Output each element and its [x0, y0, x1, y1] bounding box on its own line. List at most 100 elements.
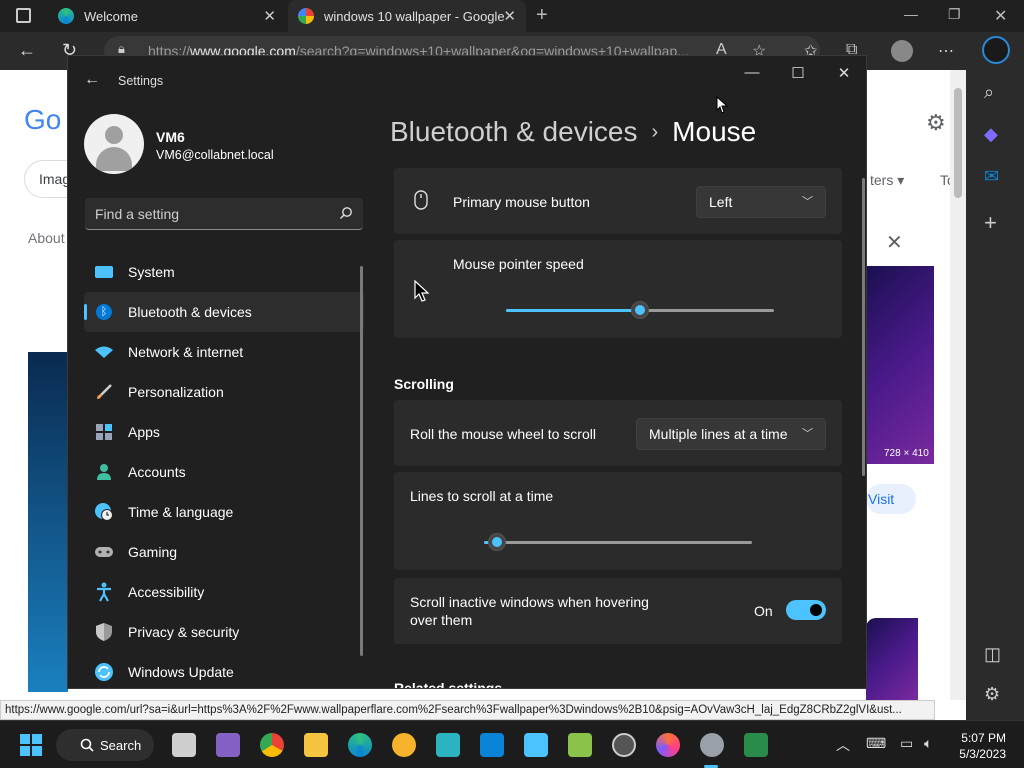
- sidebar-item-system[interactable]: System: [84, 252, 364, 292]
- pointer-speed-card: Mouse pointer speed: [394, 240, 842, 338]
- sidebar-item-label: Network & internet: [128, 344, 244, 360]
- settings-gear-icon[interactable]: ⚙: [926, 110, 946, 136]
- sidebar-item-label: Gaming: [128, 544, 178, 560]
- split-screen-icon[interactable]: ◫: [984, 644, 1001, 665]
- volume-icon[interactable]: 🔈︎: [924, 735, 932, 752]
- weather-icon[interactable]: [392, 733, 416, 757]
- content-scrollbar[interactable]: [862, 178, 865, 476]
- close-preview-icon[interactable]: ✕: [886, 230, 903, 255]
- file-explorer-icon[interactable]: [304, 733, 328, 757]
- notepad-icon[interactable]: [524, 733, 548, 757]
- sidebar-item-network[interactable]: Network & internet: [84, 332, 364, 372]
- copilot-icon[interactable]: ◆: [984, 124, 998, 145]
- lines-to-scroll-slider[interactable]: [484, 532, 752, 552]
- related-settings-title: Related settings: [394, 680, 503, 689]
- edge-icon[interactable]: [348, 733, 372, 757]
- filters-link[interactable]: ters ▾: [870, 172, 904, 189]
- sidebar-item-privacy-security[interactable]: Privacy & security: [84, 612, 364, 652]
- roll-wheel-label: Roll the mouse wheel to scroll: [410, 426, 596, 442]
- more-icon[interactable]: ⋯: [938, 41, 954, 61]
- close-tab-icon[interactable]: ✕: [503, 7, 516, 25]
- scroll-inactive-toggle[interactable]: [786, 600, 826, 620]
- result-thumbnail[interactable]: [28, 352, 68, 692]
- vscode-icon[interactable]: [744, 733, 768, 757]
- settings-window: ← Settings — ☐ ✕ VM6 VM6@collabnet.local…: [67, 55, 867, 689]
- chrome-icon[interactable]: [260, 733, 284, 757]
- find-setting-input[interactable]: [85, 198, 325, 229]
- user-name: VM6: [156, 129, 185, 145]
- azure-data-studio-icon[interactable]: [436, 733, 460, 757]
- firefox-icon[interactable]: [656, 733, 680, 757]
- nav-scrollbar[interactable]: [360, 266, 363, 656]
- sidebar-item-apps[interactable]: Apps: [84, 412, 364, 452]
- sidebar-item-time-language[interactable]: Time & language: [84, 492, 364, 532]
- outlook-icon[interactable]: ✉: [984, 166, 999, 187]
- task-view-icon[interactable]: [172, 733, 196, 757]
- minimize-browser-icon[interactable]: —: [904, 6, 918, 22]
- visit-button[interactable]: Visit: [866, 484, 916, 514]
- wifi-icon: [94, 342, 114, 362]
- store-icon[interactable]: [480, 733, 504, 757]
- settings-gear-icon[interactable]: [700, 733, 724, 757]
- sidebar-item-label: Personalization: [128, 384, 224, 400]
- tab-google-search[interactable]: windows 10 wallpaper - Google S ✕: [288, 0, 526, 32]
- taskbar-search[interactable]: Search: [56, 729, 154, 761]
- lines-to-scroll-card: Lines to scroll at a time: [394, 472, 842, 570]
- page-scrollbar-thumb[interactable]: [954, 88, 962, 198]
- find-setting-box: [85, 198, 363, 230]
- profile-avatar-icon[interactable]: [891, 40, 913, 62]
- tab-actions-icon[interactable]: [16, 8, 31, 23]
- sidebar-settings-icon[interactable]: ⚙: [984, 684, 1000, 705]
- keyboard-icon[interactable]: ⌨: [866, 735, 886, 752]
- taskbar-clock[interactable]: 5:07 PM 5/3/2023: [952, 730, 1006, 762]
- search-icon[interactable]: ⌕: [984, 82, 994, 103]
- close-icon[interactable]: ✕: [824, 64, 864, 88]
- slider-thumb[interactable]: [488, 533, 507, 551]
- primary-button-value: Left: [709, 194, 733, 210]
- preview-image[interactable]: [866, 266, 934, 464]
- breadcrumb-parent[interactable]: Bluetooth & devices: [390, 116, 638, 147]
- add-icon[interactable]: +: [984, 210, 997, 236]
- sidebar-item-bluetooth-devices[interactable]: ᛒ Bluetooth & devices: [84, 292, 364, 332]
- result-image-2[interactable]: [866, 618, 918, 700]
- chevron-up-icon[interactable]: ︿: [836, 735, 850, 755]
- filters-label: ters: [870, 172, 894, 188]
- close-browser-icon[interactable]: ✕: [994, 6, 1007, 26]
- sidebar-item-accessibility[interactable]: Accessibility: [84, 572, 364, 612]
- start-windows-icon[interactable]: [20, 734, 42, 756]
- brush-icon: [94, 382, 114, 402]
- primary-button-label: Primary mouse button: [453, 194, 590, 210]
- restore-browser-icon[interactable]: ❐: [948, 6, 961, 23]
- close-tab-icon[interactable]: ✕: [263, 7, 276, 25]
- maximize-icon[interactable]: ☐: [778, 64, 818, 88]
- clock-globe-icon: [94, 502, 114, 522]
- back-arrow-icon[interactable]: ←: [84, 71, 100, 89]
- pointer-speed-slider[interactable]: [506, 300, 774, 320]
- sidebar-item-windows-update[interactable]: Windows Update: [84, 652, 364, 688]
- display-icon[interactable]: ▭: [900, 735, 913, 752]
- slider-fill: [506, 309, 640, 312]
- edge-sidebar: ⌕ ◆ ✉ + ◫ ⚙: [966, 70, 1024, 728]
- settings-titlebar: ← Settings — ☐ ✕: [68, 56, 866, 104]
- sidebar-item-gaming[interactable]: Gaming: [84, 532, 364, 572]
- sidebar-item-personalization[interactable]: Personalization: [84, 372, 364, 412]
- back-icon[interactable]: ←: [18, 40, 36, 61]
- bing-chat-icon[interactable]: [982, 36, 1010, 64]
- media-player-icon[interactable]: [612, 733, 636, 757]
- minimize-icon[interactable]: —: [732, 64, 772, 88]
- roll-wheel-dropdown[interactable]: Multiple lines at a time ﹀: [636, 418, 826, 450]
- search-icon[interactable]: [339, 206, 353, 220]
- primary-button-dropdown[interactable]: Left ﹀: [696, 186, 826, 218]
- mouse-icon: [414, 190, 428, 210]
- sidebar-item-accounts[interactable]: Accounts: [84, 452, 364, 492]
- slider-thumb[interactable]: [631, 301, 649, 319]
- tab-welcome[interactable]: Welcome ✕: [50, 0, 286, 32]
- sidebar-item-label: Windows Update: [128, 664, 234, 680]
- page-scrollbar[interactable]: [950, 70, 966, 700]
- visual-studio-icon[interactable]: [216, 733, 240, 757]
- lines-to-scroll-label: Lines to scroll at a time: [410, 488, 554, 504]
- avatar[interactable]: [84, 114, 144, 174]
- toggle-knob: [810, 604, 822, 616]
- notepad-plus-icon[interactable]: [568, 733, 592, 757]
- new-tab-icon[interactable]: +: [536, 4, 548, 27]
